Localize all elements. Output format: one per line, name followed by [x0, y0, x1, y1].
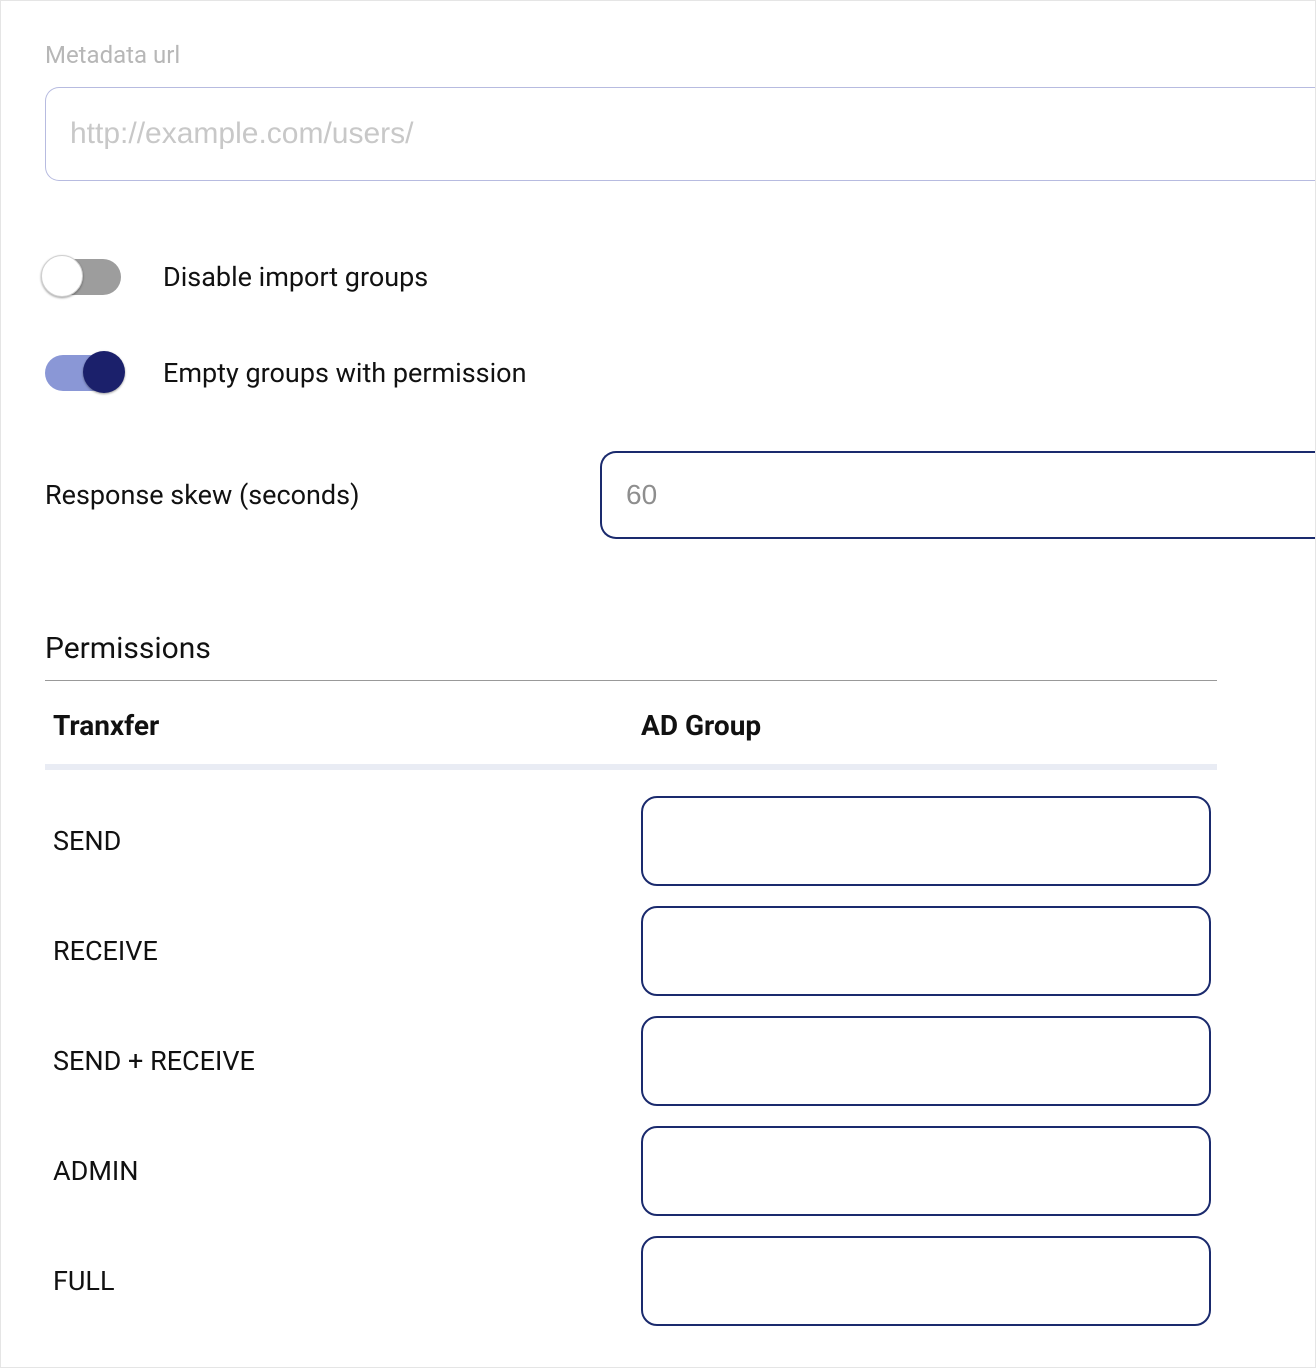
permissions-row-label: RECEIVE	[45, 935, 641, 967]
permissions-table-body: SEND RECEIVE SEND + RECEIVE ADMIN FULL	[45, 770, 1217, 1326]
response-skew-input[interactable]	[600, 451, 1315, 539]
permissions-row-label: ADMIN	[45, 1155, 641, 1187]
permissions-row-send: SEND	[45, 796, 1217, 886]
disable-import-groups-row: Disable import groups	[45, 259, 1315, 295]
empty-groups-permission-label: Empty groups with permission	[163, 357, 527, 389]
permissions-row-admin: ADMIN	[45, 1126, 1217, 1216]
empty-groups-permission-toggle[interactable]	[45, 355, 121, 391]
permissions-table-head: Tranxfer AD Group	[45, 681, 1217, 770]
permissions-section: Permissions Tranxfer AD Group SEND RECEI…	[45, 631, 1217, 1326]
toggle-knob	[83, 351, 125, 393]
adgroup-input-admin[interactable]	[641, 1126, 1211, 1216]
toggle-group: Disable import groups Empty groups with …	[45, 259, 1315, 391]
permissions-row-receive: RECEIVE	[45, 906, 1217, 996]
permissions-row-full: FULL	[45, 1236, 1217, 1326]
adgroup-input-full[interactable]	[641, 1236, 1211, 1326]
permissions-col-tranxfer: Tranxfer	[53, 709, 641, 742]
toggle-knob	[41, 255, 83, 297]
permissions-title: Permissions	[45, 631, 1217, 681]
metadata-url-label: Metadata url	[45, 41, 1315, 69]
metadata-url-input[interactable]	[45, 87, 1315, 181]
empty-groups-permission-row: Empty groups with permission	[45, 355, 1315, 391]
permissions-row-label: FULL	[45, 1265, 641, 1297]
adgroup-input-send-receive[interactable]	[641, 1016, 1211, 1106]
permissions-row-label: SEND + RECEIVE	[45, 1045, 641, 1077]
permissions-row-send-receive: SEND + RECEIVE	[45, 1016, 1217, 1106]
response-skew-label: Response skew (seconds)	[45, 479, 600, 511]
disable-import-groups-toggle[interactable]	[45, 259, 121, 295]
disable-import-groups-label: Disable import groups	[163, 261, 428, 293]
settings-form: Metadata url Disable import groups Empty…	[0, 0, 1316, 1368]
permissions-table: Tranxfer AD Group SEND RECEIVE SEND + RE…	[45, 681, 1217, 1326]
permissions-row-label: SEND	[45, 825, 641, 857]
adgroup-input-receive[interactable]	[641, 906, 1211, 996]
permissions-col-adgroup: AD Group	[641, 709, 1217, 742]
adgroup-input-send[interactable]	[641, 796, 1211, 886]
response-skew-row: Response skew (seconds)	[45, 451, 1315, 539]
